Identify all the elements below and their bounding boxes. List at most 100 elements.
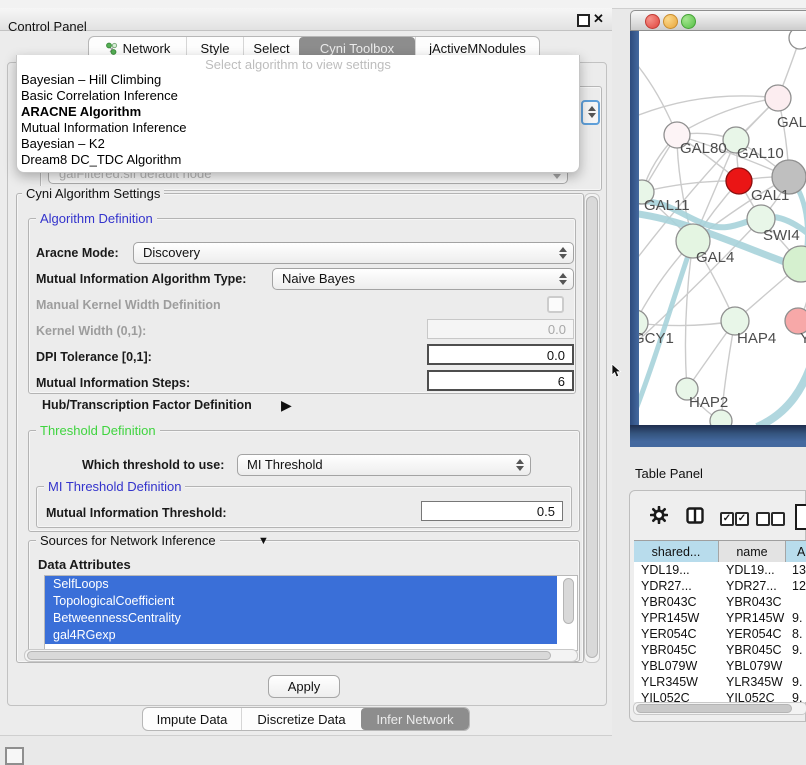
table-cell: YLR345W xyxy=(719,674,786,690)
table-row[interactable]: YER054CYER054C8. xyxy=(634,626,806,642)
algorithm-option-mutual-information-inference[interactable]: Mutual Information Inference xyxy=(19,120,566,136)
settings-scrollbar-thumb[interactable] xyxy=(586,196,598,658)
attribute-item-selfloops[interactable]: SelfLoops xyxy=(45,576,557,593)
tab-label: Cyni Toolbox xyxy=(320,41,394,56)
mi-type-label: Mutual Information Algorithm Type: xyxy=(36,272,246,286)
table-row[interactable]: YIL052CYIL052C9. xyxy=(634,690,806,702)
kernel-width-label: Kernel Width (0,1): xyxy=(36,324,146,338)
algorithm-option-bayesian-hill-climbing[interactable]: Bayesian – Hill Climbing xyxy=(19,72,566,88)
column-header-name[interactable]: name xyxy=(719,541,786,563)
hub-definition-label[interactable]: Hub/Transcription Factor Definition xyxy=(42,398,252,412)
threshold-definition-title: Threshold Definition xyxy=(36,423,160,438)
network-node[interactable] xyxy=(710,410,732,425)
table-row[interactable]: YDL19...YDL19...13 xyxy=(634,562,806,578)
table-cell: 9. xyxy=(786,674,806,690)
sources-title: Sources for Network Inference xyxy=(36,533,220,548)
mi-steps-field[interactable]: 6 xyxy=(427,370,574,391)
table-cell: YER054C xyxy=(719,626,786,642)
table-panel-title: Table Panel xyxy=(635,466,703,481)
select-all-check2-icon[interactable]: ✓ xyxy=(735,512,749,526)
algorithm-dropdown-popup: Select algorithm to view settings Bayesi… xyxy=(16,55,580,173)
close-light-icon[interactable] xyxy=(645,14,660,29)
table-cell: YBR045C xyxy=(719,642,786,658)
collapsed-arrow-icon[interactable]: ▶ xyxy=(281,397,292,414)
table-row[interactable]: YPR145WYPR145W9. xyxy=(634,610,806,626)
tab-infer-network[interactable]: Infer Network xyxy=(361,708,469,730)
node-label: GCY1 xyxy=(639,330,674,347)
collapsed-widget-icon[interactable] xyxy=(5,747,24,765)
attribute-item-gal4rgexp[interactable]: gal4RGexp xyxy=(45,627,557,644)
table-cell: YPR145W xyxy=(719,610,786,626)
table-cell: YIL052C xyxy=(719,690,786,702)
table-hscrollbar-thumb[interactable] xyxy=(636,704,792,713)
table-row[interactable]: YLR345WYLR345W9. xyxy=(634,674,806,690)
table-cell: YDL19... xyxy=(719,562,786,578)
mi-type-combo[interactable]: Naive Bayes xyxy=(272,268,574,290)
network-canvas[interactable]: GALGAL80GAL10GAL1GAL11SWI4GAL4GCY1HAP4YH… xyxy=(639,31,806,425)
table-cell: YLR345W xyxy=(634,674,719,690)
dpi-tolerance-field[interactable]: 0.0 xyxy=(427,344,574,365)
network-node-gal1[interactable] xyxy=(726,168,752,194)
attribute-item-topologicalcoefficient[interactable]: TopologicalCoefficient xyxy=(45,593,557,610)
float-window-icon[interactable] xyxy=(577,14,590,27)
algorithm-option-bayesian-k2[interactable]: Bayesian – K2 xyxy=(19,136,566,152)
tab-label: Network xyxy=(123,41,171,56)
attr-list-scrollbar-thumb[interactable] xyxy=(563,578,574,624)
tab-label: Discretize Data xyxy=(257,712,345,727)
column-header-a[interactable]: A xyxy=(786,541,806,563)
table-cell: 12 xyxy=(786,578,806,594)
combo-stepper-icon xyxy=(558,272,567,286)
table-cell: 8. xyxy=(786,626,806,642)
network-icon xyxy=(105,42,118,55)
dropdown-placeholder: Select algorithm to view settings xyxy=(17,57,579,72)
split-panel-icon[interactable] xyxy=(686,507,704,524)
apply-button[interactable]: Apply xyxy=(268,675,340,698)
which-threshold-combo[interactable]: MI Threshold xyxy=(237,454,531,476)
data-attributes-list[interactable]: SelfLoopsTopologicalCoefficientBetweenne… xyxy=(44,575,578,651)
column-header-shared[interactable]: shared... xyxy=(634,541,719,563)
node-label: HAP4 xyxy=(737,330,776,347)
aracne-mode-value: Discovery xyxy=(143,245,200,260)
table-row[interactable]: YBR043CYBR043C xyxy=(634,594,806,610)
minimize-light-icon[interactable] xyxy=(663,14,678,29)
mi-threshold-field[interactable]: 0.5 xyxy=(421,501,563,521)
algorithm-combo-stepper[interactable] xyxy=(581,100,600,125)
attribute-item-betweennesscentrality[interactable]: BetweennessCentrality xyxy=(45,610,557,627)
aracne-mode-combo[interactable]: Discovery xyxy=(133,242,574,264)
network-edges-highlight xyxy=(639,177,806,425)
table-row[interactable]: YBL079WYBL079W xyxy=(634,658,806,674)
settings-gear-icon[interactable] xyxy=(650,506,668,524)
node-label: GAL80 xyxy=(680,140,727,157)
tab-label: Style xyxy=(201,41,230,56)
table-row[interactable]: YDR27...YDR27...12 xyxy=(634,578,806,594)
close-icon[interactable]: ✕ xyxy=(593,8,604,30)
which-threshold-label: Which threshold to use: xyxy=(82,458,224,472)
table-cell: YBR043C xyxy=(719,594,786,610)
table-cell: YBL079W xyxy=(634,658,719,674)
kernel-width-field[interactable]: 0.0 xyxy=(427,319,574,339)
network-node[interactable] xyxy=(789,31,806,49)
tab-discretize-data[interactable]: Discretize Data xyxy=(241,708,361,730)
algorithm-definition-title: Algorithm Definition xyxy=(36,211,157,226)
mi-threshold-group-title: MI Threshold Definition xyxy=(44,479,185,494)
manual-kernel-checkbox[interactable] xyxy=(547,296,564,313)
deselect-box2-icon[interactable] xyxy=(771,512,785,526)
zoom-light-icon[interactable] xyxy=(681,14,696,29)
cyni-mode-tabbar: Impute Data Discretize Data Infer Network xyxy=(142,707,470,731)
deselect-box1-icon[interactable] xyxy=(756,512,770,526)
algorithm-option-aracne-algorithm[interactable]: ARACNE Algorithm xyxy=(19,104,566,120)
table-row[interactable]: YBR045CYBR045C9. xyxy=(634,642,806,658)
table-cell xyxy=(786,594,806,610)
algorithm-option-basic-correlation-inference[interactable]: Basic Correlation Inference xyxy=(19,88,566,104)
expanded-arrow-icon[interactable]: ▼ xyxy=(258,535,269,547)
table-cell: 9. xyxy=(786,690,806,702)
attr-hscrollbar-thumb[interactable] xyxy=(27,651,551,660)
network-node-gal[interactable] xyxy=(765,85,791,111)
algorithm-option-dream8-dc-tdc-algorithm[interactable]: Dream8 DC_TDC Algorithm xyxy=(19,152,566,168)
document-icon[interactable] xyxy=(795,504,806,530)
table-cell: YBL079W xyxy=(719,658,786,674)
tab-impute-data[interactable]: Impute Data xyxy=(143,708,241,730)
table-cell: YIL052C xyxy=(634,690,719,702)
select-all-check1-icon[interactable]: ✓ xyxy=(720,512,734,526)
network-frame-left xyxy=(630,31,639,447)
